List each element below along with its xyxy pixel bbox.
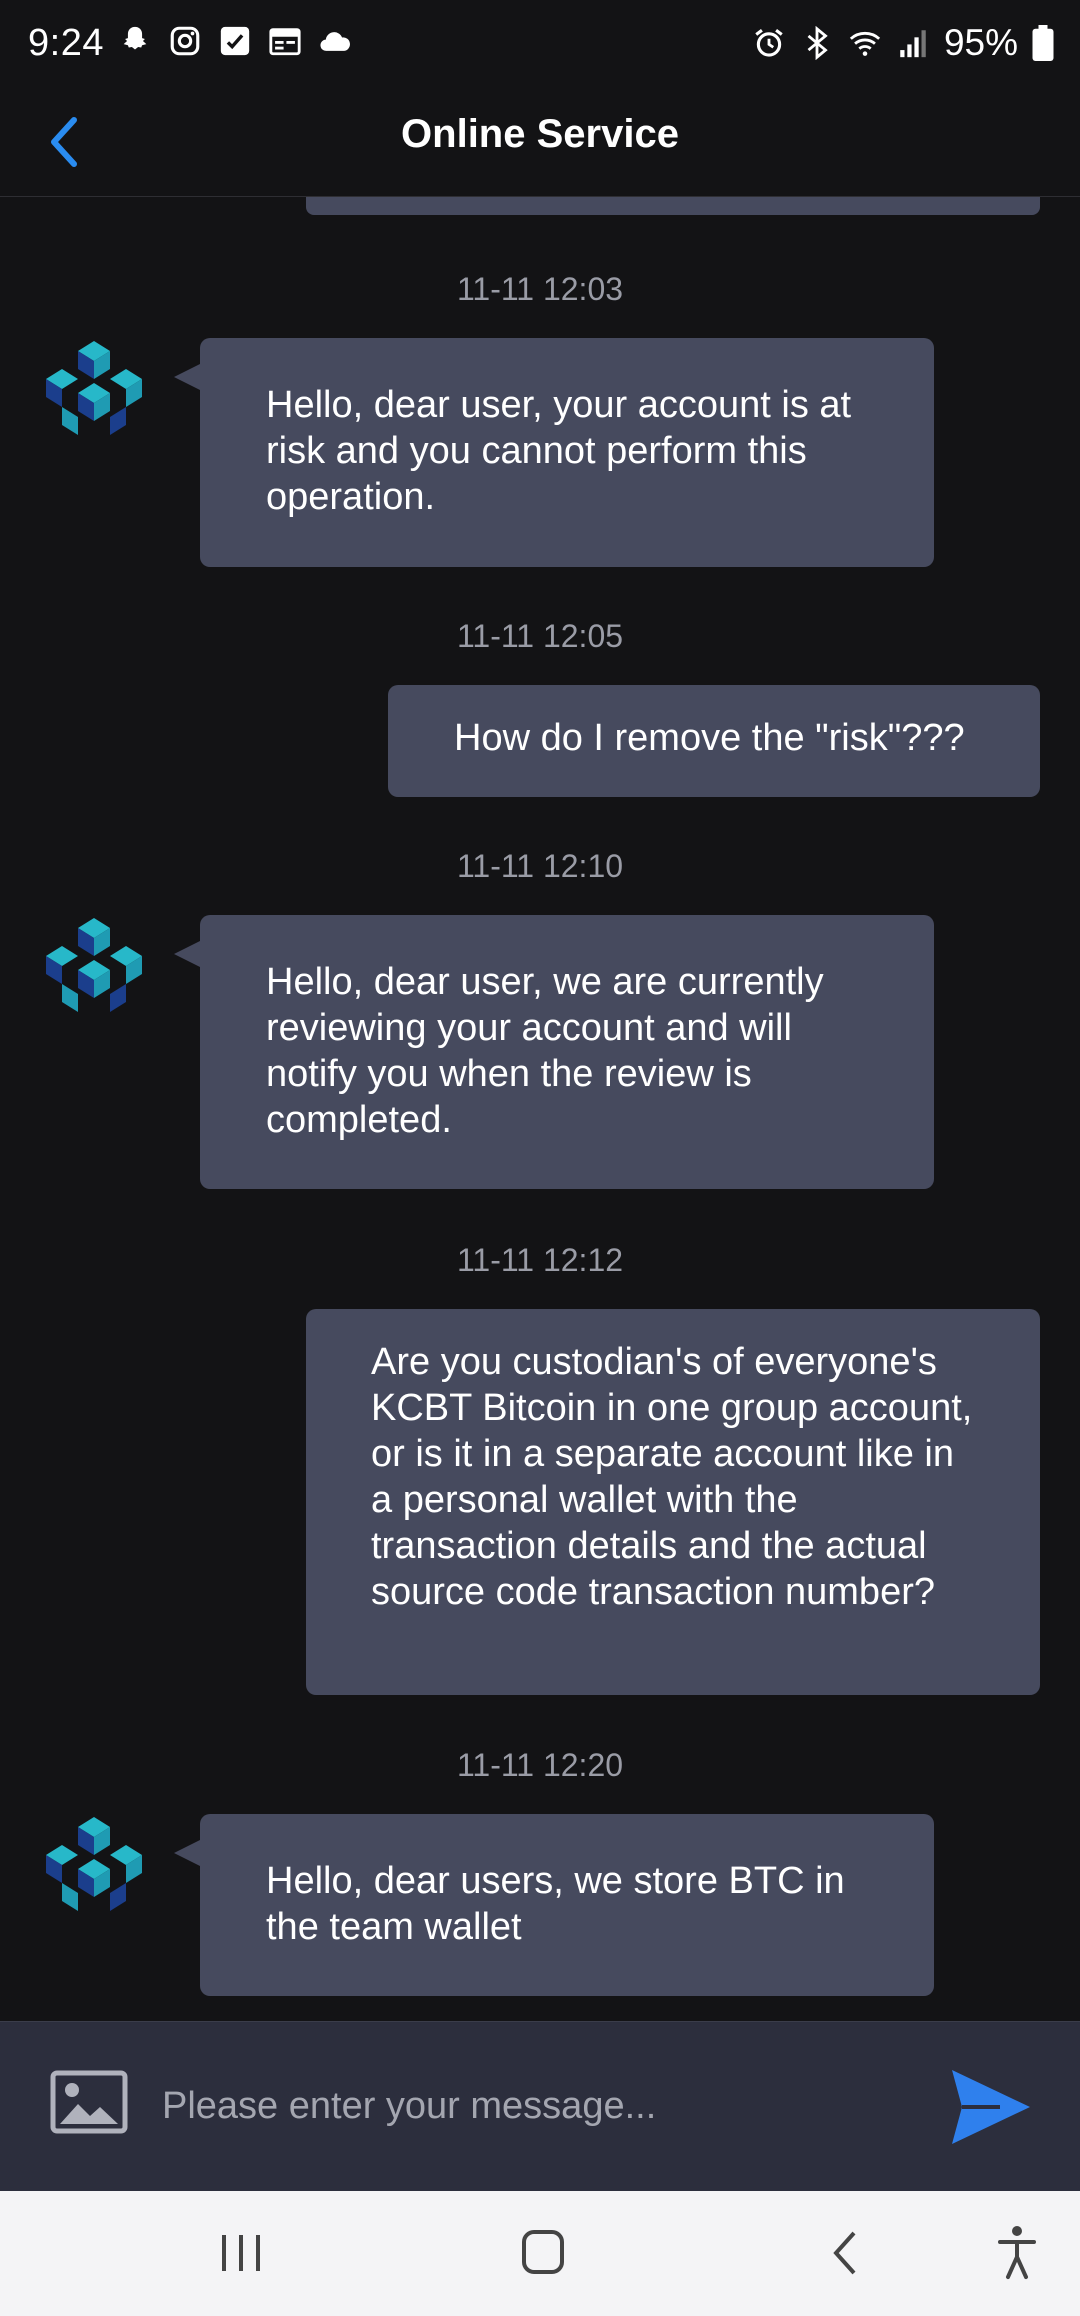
message-timestamp: 11-11 12:03 <box>456 271 624 307</box>
home-icon[interactable] <box>508 2221 578 2285</box>
cloud-icon <box>320 32 350 51</box>
message-timestamp: 11-11 12:12 <box>456 1242 624 1278</box>
back-icon[interactable] <box>812 2221 882 2285</box>
battery-percentage: 95% <box>943 22 1018 63</box>
agent-avatar <box>46 1817 142 1911</box>
agent-message-bubble: Hello, dear user, we are currently revie… <box>174 915 934 1189</box>
chat-message-list[interactable]: 11-11 12:03 Hello, dear user, your accou… <box>0 197 1080 2021</box>
page-title: Online Service <box>401 112 679 156</box>
message-composer <box>0 2021 1080 2192</box>
snapchat-icon <box>123 26 147 50</box>
wifi-icon <box>849 31 881 56</box>
system-navigation-bar <box>0 2191 1080 2316</box>
agent-message-bubble: Hello, dear users, we store BTC in the t… <box>174 1814 934 1996</box>
send-icon[interactable] <box>950 2068 1032 2146</box>
bluetooth-icon <box>807 26 828 60</box>
call-filter-icon <box>220 26 250 56</box>
image-icon[interactable] <box>50 2070 128 2134</box>
status-time: 9:24 <box>28 22 104 64</box>
battery-icon <box>1032 25 1054 61</box>
agent-avatar <box>46 341 142 435</box>
previous-message-bubble <box>306 197 1040 215</box>
message-timestamp: 11-11 12:05 <box>456 618 624 654</box>
user-message-bubble: Are you custodian's of everyone's KCBT B… <box>306 1309 1040 1695</box>
agent-avatar <box>46 918 142 1012</box>
agent-message-bubble: Hello, dear user, your account is at ris… <box>174 338 934 567</box>
user-message-bubble: How do I remove the "risk"??? <box>388 685 1040 797</box>
recent-apps-icon[interactable] <box>206 2221 276 2285</box>
status-bar: 9:24 95% <box>0 0 1080 90</box>
message-input[interactable] <box>160 2072 924 2140</box>
alarm-icon <box>755 29 783 57</box>
app-header: Online Service <box>0 90 1080 197</box>
signal-icon <box>900 30 926 58</box>
message-timestamp: 11-11 12:20 <box>456 1747 624 1783</box>
accessibility-icon[interactable] <box>982 2221 1052 2285</box>
instagram-icon <box>170 26 200 56</box>
message-timestamp: 11-11 12:10 <box>456 848 624 884</box>
status-notification-icons <box>118 24 352 58</box>
status-system-icons: 95% <box>752 22 1054 64</box>
calendar-icon <box>269 28 301 56</box>
